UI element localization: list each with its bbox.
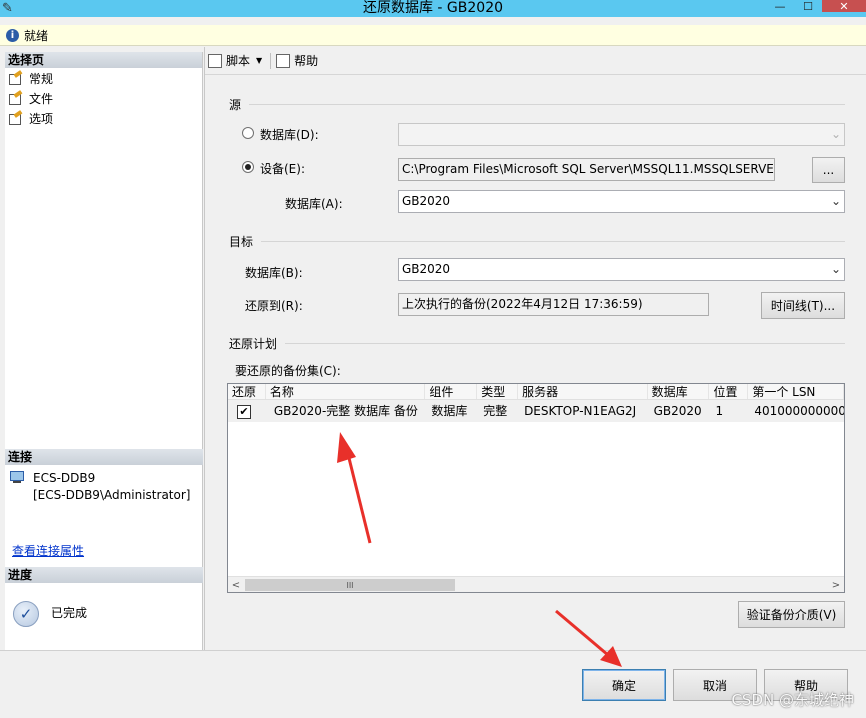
script-button[interactable]: 脚本 ▼	[208, 52, 262, 69]
table-row[interactable]: ✔ GB2020-完整 数据库 备份 数据库 完整 DESKTOP-N1EAG2…	[228, 400, 844, 422]
cell-component: 数据库	[431, 404, 468, 418]
database-radio[interactable]	[242, 127, 254, 139]
chevron-down-icon: ▼	[256, 56, 263, 65]
target-database-value: GB2020	[402, 262, 451, 276]
target-database-label: 数据库(B):	[245, 266, 303, 280]
column-header-position[interactable]: 位置	[709, 384, 749, 399]
cell-position: 1	[715, 404, 724, 418]
page-item-label: 选项	[29, 111, 54, 126]
device-radio[interactable]	[242, 161, 254, 173]
chevron-down-icon: ⌄	[830, 127, 841, 141]
window-title: 还原数据库 - GB2020	[362, 0, 504, 16]
page-wrench-icon	[9, 112, 23, 125]
progress-section: 进度 ✓ 已完成	[5, 567, 203, 627]
grid-header: 还原 名称 组件 类型 服务器 数据库 位置 第一个 LSN	[228, 384, 844, 400]
watermark: CSDN @东城绝神	[731, 691, 854, 709]
horizontal-scrollbar[interactable]: < III >	[228, 576, 844, 592]
cell-database: GB2020	[653, 404, 702, 418]
info-icon: i	[6, 28, 19, 42]
status-text: 就绪	[24, 28, 49, 43]
toolbar: 脚本 ▼ 帮助	[205, 47, 866, 75]
target-divider	[261, 241, 845, 242]
browse-device-button[interactable]: ...	[812, 157, 845, 183]
connection-section: 连接 ECS-DDB9 [ECS-DDB9\Administrator]	[5, 449, 203, 504]
scroll-right-icon[interactable]: >	[828, 577, 844, 592]
status-bar: i 就绪	[0, 25, 866, 46]
target-group-label: 目标	[229, 235, 254, 249]
device-database-combo[interactable]: GB2020 ⌄	[398, 190, 845, 213]
right-pane: 脚本 ▼ 帮助 源 数据库(D): ⌄ 设备(E): C:\Program Fi…	[204, 47, 866, 650]
source-database-combo[interactable]: ⌄	[398, 123, 845, 146]
server-icon	[9, 470, 25, 484]
page-item-label: 常规	[29, 71, 54, 86]
progress-status: 已完成	[51, 605, 88, 620]
window-controls: — ☐ ✕	[766, 0, 866, 13]
column-header-name[interactable]: 名称	[266, 384, 426, 399]
help-toolbar-button[interactable]: 帮助	[276, 52, 318, 69]
connection-user: [ECS-DDB9\Administrator]	[33, 488, 191, 502]
backup-sets-label: 要还原的备份集(C):	[235, 364, 341, 378]
cell-type: 完整	[483, 404, 508, 418]
device-database-value: GB2020	[402, 194, 451, 208]
maximize-button[interactable]: ☐	[794, 0, 822, 13]
device-radio-label: 设备(E):	[260, 162, 305, 176]
column-header-component[interactable]: 组件	[425, 384, 478, 399]
connection-server: ECS-DDB9	[33, 471, 96, 485]
cell-name: GB2020-完整 数据库 备份	[273, 404, 418, 418]
script-icon	[208, 53, 222, 68]
restore-to-field: 上次执行的备份(2022年4月12日 17:36:59)	[398, 293, 709, 316]
page-item-options[interactable]: 选项	[5, 108, 202, 128]
connection-header: 连接	[5, 449, 203, 465]
device-path-field[interactable]: C:\Program Files\Microsoft SQL Server\MS…	[398, 158, 775, 181]
chevron-down-icon: ⌄	[830, 262, 841, 276]
page-wrench-icon	[9, 72, 23, 85]
restore-checkbox[interactable]: ✔	[237, 405, 251, 419]
page-wrench-icon	[9, 92, 23, 105]
restore-plan-divider	[285, 343, 845, 344]
progress-header: 进度	[5, 567, 203, 583]
timeline-button[interactable]: 时间线(T)...	[761, 292, 845, 319]
checkmark-icon: ✓	[13, 601, 39, 627]
connection-info: ECS-DDB9 [ECS-DDB9\Administrator]	[5, 465, 203, 504]
script-label: 脚本	[226, 54, 251, 68]
restore-plan-group-label: 还原计划	[229, 337, 278, 351]
page-item-general[interactable]: 常规	[5, 68, 202, 88]
column-header-database[interactable]: 数据库	[648, 384, 710, 399]
title-bar: ✎ 还原数据库 - GB2020 — ☐ ✕	[0, 0, 866, 17]
cell-server: DESKTOP-N1EAG2J	[524, 404, 637, 418]
help-icon	[276, 53, 291, 68]
page-item-files[interactable]: 文件	[5, 88, 202, 108]
scroll-thumb[interactable]: III	[245, 579, 455, 591]
target-database-combo[interactable]: GB2020 ⌄	[398, 258, 845, 281]
toolbar-separator	[270, 52, 272, 69]
view-connection-properties-link[interactable]: 查看连接属性	[12, 542, 84, 559]
restore-to-label: 还原到(R):	[245, 299, 303, 313]
column-header-server[interactable]: 服务器	[518, 384, 648, 399]
select-page-header: 选择页	[5, 52, 202, 68]
device-database-label: 数据库(A):	[285, 197, 343, 211]
column-header-restore[interactable]: 还原	[228, 384, 266, 399]
backup-sets-grid[interactable]: 还原 名称 组件 类型 服务器 数据库 位置 第一个 LSN ✔ GB2020-…	[227, 383, 845, 593]
cell-first-lsn: 40100000000088	[754, 404, 844, 418]
verify-backup-media-button[interactable]: 验证备份介质(V)	[738, 601, 845, 628]
chevron-down-icon: ⌄	[830, 194, 841, 208]
scroll-left-icon[interactable]: <	[228, 577, 244, 592]
column-header-first-lsn[interactable]: 第一个 LSN	[748, 384, 844, 399]
database-radio-label: 数据库(D):	[260, 128, 319, 142]
column-header-type[interactable]: 类型	[477, 384, 519, 399]
minimize-button[interactable]: —	[766, 0, 794, 13]
source-divider	[249, 104, 845, 105]
source-group-label: 源	[229, 98, 242, 112]
close-button[interactable]: ✕	[822, 0, 866, 13]
ok-button[interactable]: 确定	[582, 669, 666, 701]
help-label: 帮助	[294, 54, 319, 68]
page-item-label: 文件	[29, 91, 54, 106]
dialog-button-bar: 确定 取消 帮助 CSDN @东城绝神	[0, 650, 866, 718]
left-pane: 选择页 常规 文件 选项 连接 ECS-DDB9 [ECS-DDB9\Admin…	[5, 52, 203, 650]
